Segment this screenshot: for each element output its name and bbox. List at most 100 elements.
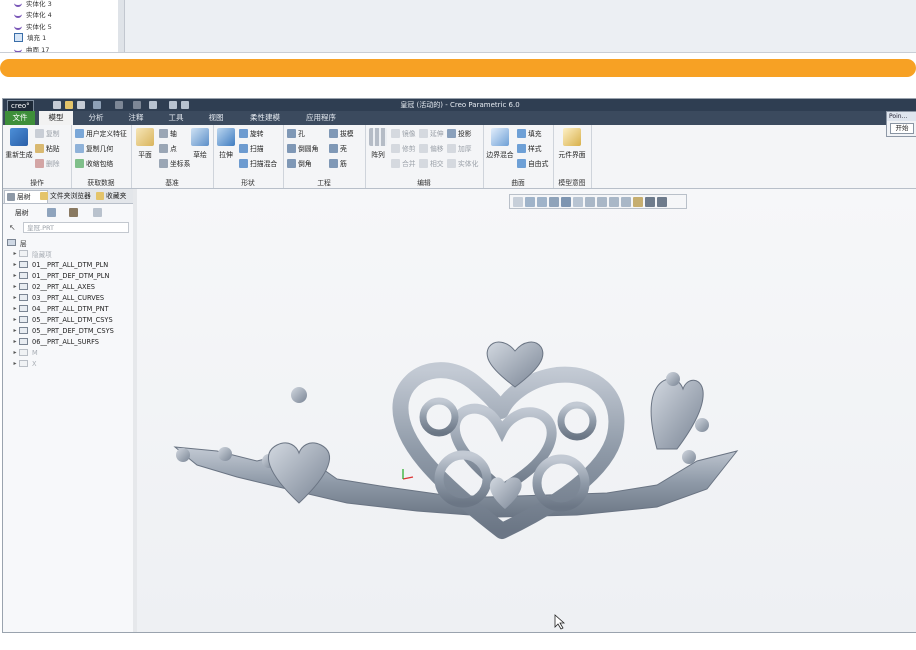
layer-label: M (32, 348, 38, 357)
copy-button[interactable]: 复制 (35, 128, 60, 138)
shell-button[interactable]: 壳 (329, 143, 347, 153)
layer-tree-item[interactable]: ▸ 隐藏项 (3, 248, 52, 259)
fill-button[interactable]: 填充 (517, 128, 542, 138)
layer-tree-item[interactable]: ▸ 05__PRT_ALL_DTM_CSYS (3, 314, 112, 325)
expand-arrow-icon[interactable]: ▸ (11, 272, 19, 279)
expand-arrow-icon[interactable]: ▸ (11, 261, 19, 268)
layer-tree-item[interactable]: ▸ X (3, 358, 36, 369)
offset-button[interactable]: 偏移 (419, 143, 444, 153)
select-arrow-icon[interactable]: ↖ (9, 223, 16, 232)
active-model-field[interactable]: 皇冠.PRT (23, 222, 129, 233)
copy-geometry-button[interactable]: 复制几何 (75, 143, 113, 153)
chamfer-button[interactable]: 倒角 (287, 158, 312, 168)
tab-applications[interactable]: 应用程序 (299, 111, 343, 125)
previous-tree-item[interactable]: 实体化 4 (14, 9, 52, 20)
thicken-button[interactable]: 加厚 (447, 143, 472, 153)
paste-button[interactable]: 粘贴 (35, 143, 60, 153)
sketch-button[interactable]: 草绘 (189, 128, 211, 159)
csys-button[interactable]: 坐标系 (159, 158, 190, 168)
tab-file[interactable]: 文件 (5, 111, 35, 125)
layer-tree-item[interactable]: ▸ 05__PRT_DEF_DTM_CSYS (3, 325, 113, 336)
shrinkwrap-button[interactable]: 收缩包络 (75, 158, 113, 168)
tab-view[interactable]: 视图 (199, 111, 233, 125)
expand-arrow-icon[interactable]: ▸ (11, 338, 19, 345)
layer-tree-item[interactable]: ▸ 02__PRT_ALL_AXES (3, 281, 95, 292)
merge-button[interactable]: 合并 (391, 158, 416, 168)
chamfer-icon (287, 158, 296, 168)
expand-arrow-icon[interactable]: ▸ (11, 327, 19, 334)
previous-tree-item-label: 曲面 17 (26, 45, 50, 53)
expand-arrow-icon[interactable]: ▸ (11, 283, 19, 290)
solidify-button[interactable]: 实体化 (447, 158, 478, 168)
expand-arrow-icon[interactable]: ▸ (11, 360, 19, 367)
plane-icon (136, 128, 154, 146)
mouse-cursor-icon (554, 614, 566, 630)
axis-button[interactable]: 轴 (159, 128, 177, 138)
editing-group-label[interactable]: 编辑 (365, 177, 483, 187)
graphics-area[interactable] (137, 189, 916, 632)
datum-group-label[interactable]: 基准 (131, 177, 213, 187)
layer-tree-item[interactable]: ▸ 04__PRT_ALL_DTM_PNT (3, 303, 108, 314)
rib-button[interactable]: 筋 (329, 158, 347, 168)
delete-button[interactable]: 删除 (35, 158, 60, 168)
project-button[interactable]: 投影 (447, 128, 472, 138)
fill-icon (14, 32, 23, 42)
layer-tree-item[interactable]: ▸ 06__PRT_ALL_SURFS (3, 336, 99, 347)
previous-tree-item[interactable]: 实体化 3 (14, 0, 52, 8)
component-interface-button[interactable]: 元件界面 (555, 128, 589, 159)
shapes-group-label[interactable]: 形状 (213, 177, 283, 187)
style-button[interactable]: 样式 (517, 143, 542, 153)
crown-model[interactable] (137, 189, 916, 632)
tools-icon[interactable] (69, 208, 78, 217)
layers-icon[interactable] (47, 208, 56, 217)
tab-flexible-modeling[interactable]: 柔性建模 (241, 111, 289, 125)
operations-group-label[interactable]: 操作 (3, 177, 71, 187)
hole-button[interactable]: 孔 (287, 128, 305, 138)
tab-tools[interactable]: 工具 (159, 111, 193, 125)
engineering-group-label[interactable]: 工程 (283, 177, 365, 187)
layer-tree-item[interactable]: ▸ M (3, 347, 38, 358)
model-intent-group-label[interactable]: 模型意图 (553, 177, 591, 187)
point-button[interactable]: 点 (159, 143, 177, 153)
get-data-group-label[interactable]: 获取数据 (71, 177, 131, 187)
expand-arrow-icon[interactable]: ▸ (11, 316, 19, 323)
mirror-button[interactable]: 镜像 (391, 128, 416, 138)
previous-tree-item[interactable]: 填充 1 (14, 32, 46, 43)
layer-tree-item[interactable]: ▸ 01__PRT_DEF_DTM_PLN (3, 270, 109, 281)
layer-icon (19, 250, 28, 257)
trim-button[interactable]: 修剪 (391, 143, 416, 153)
sweep-button[interactable]: 扫描 (239, 143, 264, 153)
swept-blend-button[interactable]: 扫描混合 (239, 158, 277, 168)
pattern-button[interactable]: 阵列 (367, 128, 389, 159)
surfaces-group-label[interactable]: 曲面 (483, 177, 553, 187)
round-button[interactable]: 倒圆角 (287, 143, 318, 153)
start-button[interactable]: 开始 (890, 123, 914, 134)
tab-annotate[interactable]: 注释 (119, 111, 153, 125)
regenerate-button[interactable]: 重新生成 (5, 128, 33, 159)
previous-tree-item[interactable]: 实体化 5 (14, 20, 52, 31)
expand-arrow-icon[interactable]: ▸ (11, 250, 19, 257)
plane-button[interactable]: 平面 (133, 128, 157, 159)
udf-button[interactable]: 用户定义特征 (75, 128, 127, 138)
expand-arrow-icon[interactable]: ▸ (11, 294, 19, 301)
layer-tree-item[interactable]: ▸ 03__PRT_ALL_CURVES (3, 292, 104, 303)
show-icon[interactable] (93, 208, 102, 217)
expand-arrow-icon[interactable]: ▸ (11, 349, 19, 356)
tab-analysis[interactable]: 分析 (79, 111, 113, 125)
boundary-blend-button[interactable]: 边界混合 (485, 128, 515, 159)
extend-icon (419, 128, 428, 138)
extend-button[interactable]: 延伸 (419, 128, 444, 138)
layer-tree-item[interactable]: ▸ 01__PRT_ALL_DTM_PLN (3, 259, 108, 270)
point-icon (159, 143, 168, 153)
previous-tree-item[interactable]: 曲面 17 (14, 43, 50, 53)
tab-model[interactable]: 模型 (39, 111, 73, 125)
layer-root[interactable]: 层 (3, 237, 27, 248)
tab-folder-browser[interactable]: 文件夹浏览器 (38, 190, 102, 202)
freestyle-button[interactable]: 自由式 (517, 158, 548, 168)
draft-button[interactable]: 拔模 (329, 128, 354, 138)
expand-arrow-icon[interactable]: ▸ (11, 305, 19, 312)
revolve-button[interactable]: 旋转 (239, 128, 264, 138)
layer-label: 02__PRT_ALL_AXES (32, 282, 95, 291)
intersect-button[interactable]: 相交 (419, 158, 444, 168)
extrude-button[interactable]: 拉伸 (215, 128, 237, 159)
